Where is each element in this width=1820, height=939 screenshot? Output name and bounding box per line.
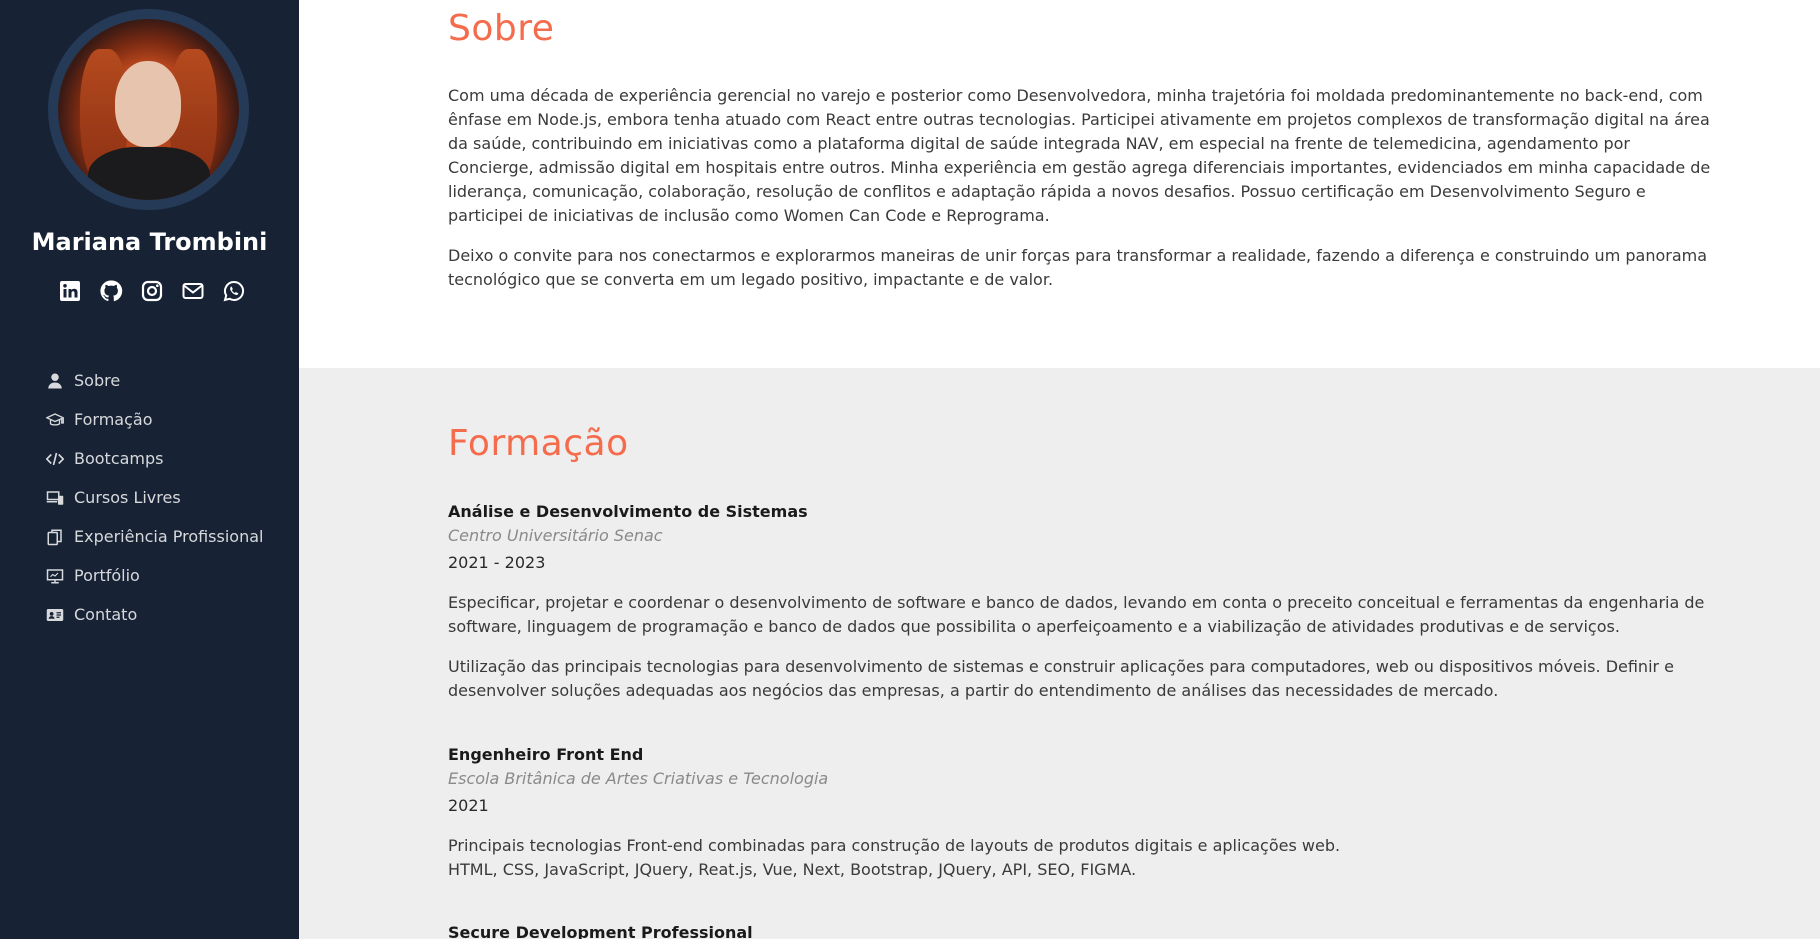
sidebar-item-sobre[interactable]: Sobre (45, 361, 263, 400)
course-description: Especificar, projetar e coordenar o dese… (448, 593, 1705, 636)
course-years: 2021 - 2023 (448, 553, 546, 572)
sidebar: Mariana Trombini Sobre Formação Bootcamp (0, 0, 299, 939)
course-description: Utilização das principais tecnologias pa… (448, 657, 1675, 700)
profile-name: Mariana Trombini (31, 228, 268, 256)
social-links (58, 279, 246, 303)
sobre-paragraph-2: Deixo o convite para nos conectarmos e e… (448, 246, 1708, 289)
course-title: Secure Development Professional (448, 923, 753, 939)
sidebar-item-label: Sobre (74, 371, 121, 390)
section-sobre: Sobre Com uma década de experiência gere… (299, 0, 1820, 368)
course-title: Análise e Desenvolvimento de Sistemas (448, 502, 808, 521)
sidebar-item-label: Bootcamps (74, 449, 164, 468)
sidebar-item-label: Cursos Livres (74, 488, 181, 507)
course-years: 2021 (448, 796, 489, 815)
sidebar-item-label: Formação (74, 410, 153, 429)
course-institution: Centro Universitário Senac (448, 526, 663, 545)
user-icon (45, 372, 65, 390)
course-description: Principais tecnologias Front-end combina… (448, 836, 1341, 855)
clipboard-icon (45, 528, 65, 546)
sidebar-item-experiencia-profissional[interactable]: Experiência Profissional (45, 517, 263, 556)
linkedin-icon[interactable] (58, 279, 82, 303)
avatar (58, 19, 239, 200)
graduation-cap-icon (45, 411, 65, 429)
course-tech-list: HTML, CSS, JavaScript, JQuery, Reat.js, … (448, 860, 1137, 879)
sidebar-item-label: Contato (74, 605, 138, 624)
sidebar-item-formacao[interactable]: Formação (45, 400, 263, 439)
avatar-frame (48, 9, 249, 210)
section-formacao: Formação Análise e Desenvolvimento de Si… (299, 368, 1820, 939)
laptop-phone-icon (45, 489, 65, 507)
sobre-paragraph-1: Com uma década de experiência gerencial … (448, 86, 1711, 225)
sidebar-nav: Sobre Formação Bootcamps Cursos Livres E… (45, 361, 263, 634)
sidebar-item-label: Portfólio (74, 566, 140, 585)
sidebar-item-bootcamps[interactable]: Bootcamps (45, 439, 263, 478)
whatsapp-icon[interactable] (222, 279, 246, 303)
code-icon (45, 450, 65, 468)
mail-icon[interactable] (181, 279, 205, 303)
github-icon[interactable] (99, 279, 123, 303)
sidebar-item-label: Experiência Profissional (74, 527, 264, 546)
presentation-icon (45, 567, 65, 585)
sidebar-item-contato[interactable]: Contato (45, 595, 263, 634)
main-content: Sobre Com uma década de experiência gere… (299, 0, 1820, 939)
section-title-sobre: Sobre (448, 8, 555, 49)
instagram-icon[interactable] (140, 279, 164, 303)
section-title-formacao: Formação (448, 423, 629, 464)
contact-card-icon (45, 606, 65, 624)
sidebar-item-cursos-livres[interactable]: Cursos Livres (45, 478, 263, 517)
course-institution: Escola Britânica de Artes Criativas e Te… (448, 769, 829, 788)
sidebar-item-portfolio[interactable]: Portfólio (45, 556, 263, 595)
course-title: Engenheiro Front End (448, 745, 644, 764)
